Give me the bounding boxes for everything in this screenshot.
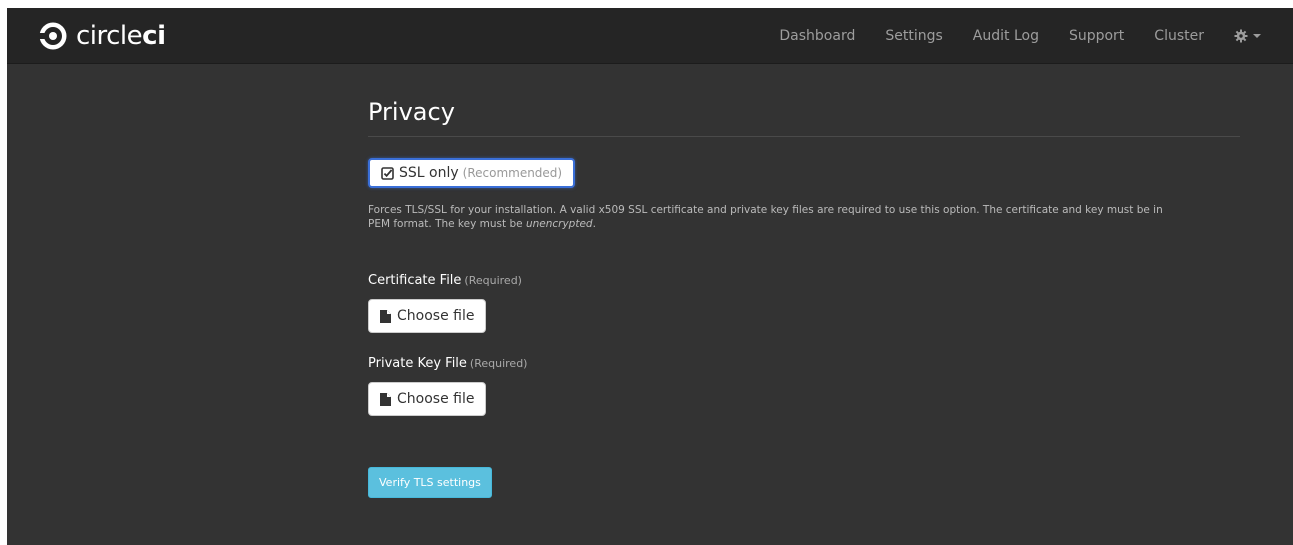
private-key-file-button-label: Choose file [397, 391, 475, 407]
certificate-file-button-label: Choose file [397, 308, 475, 324]
title-divider [368, 136, 1240, 137]
ssl-only-toggle[interactable]: SSL only (Recommended) [368, 158, 576, 188]
checkbox-checked-icon [381, 166, 394, 180]
file-icon [380, 392, 391, 406]
certificate-file-button[interactable]: Choose file [368, 299, 487, 333]
gear-icon [1234, 29, 1248, 42]
chevron-down-icon [1253, 33, 1261, 38]
main-nav: Dashboard Settings Audit Log Support Clu… [749, 8, 1261, 63]
nav-audit-log[interactable]: Audit Log [973, 28, 1039, 44]
page-title: Privacy [368, 98, 455, 126]
ssl-help-text: Forces TLS/SSL for your installation. A … [368, 204, 1163, 230]
ssl-only-hint: (Recommended) [462, 166, 563, 180]
nav-dashboard[interactable]: Dashboard [779, 28, 855, 44]
circleci-logo-icon [38, 22, 67, 50]
brand-name: circleci [76, 21, 166, 51]
nav-support[interactable]: Support [1069, 28, 1124, 44]
verify-tls-button[interactable]: Verify TLS settings [368, 467, 492, 498]
app-frame: circleci Dashboard Settings Audit Log Su… [7, 8, 1293, 545]
settings-dropdown[interactable] [1234, 29, 1261, 43]
top-navbar: circleci Dashboard Settings Audit Log Su… [7, 8, 1293, 64]
file-icon [380, 309, 391, 323]
private-key-file-button[interactable]: Choose file [368, 382, 487, 416]
certificate-file-label: Certificate File (Required) [368, 273, 522, 288]
brand-logo[interactable]: circleci [38, 21, 166, 51]
nav-settings[interactable]: Settings [885, 28, 942, 44]
private-key-file-label: Private Key File (Required) [368, 356, 528, 371]
ssl-only-label: SSL only [399, 165, 459, 181]
nav-cluster[interactable]: Cluster [1154, 28, 1204, 44]
